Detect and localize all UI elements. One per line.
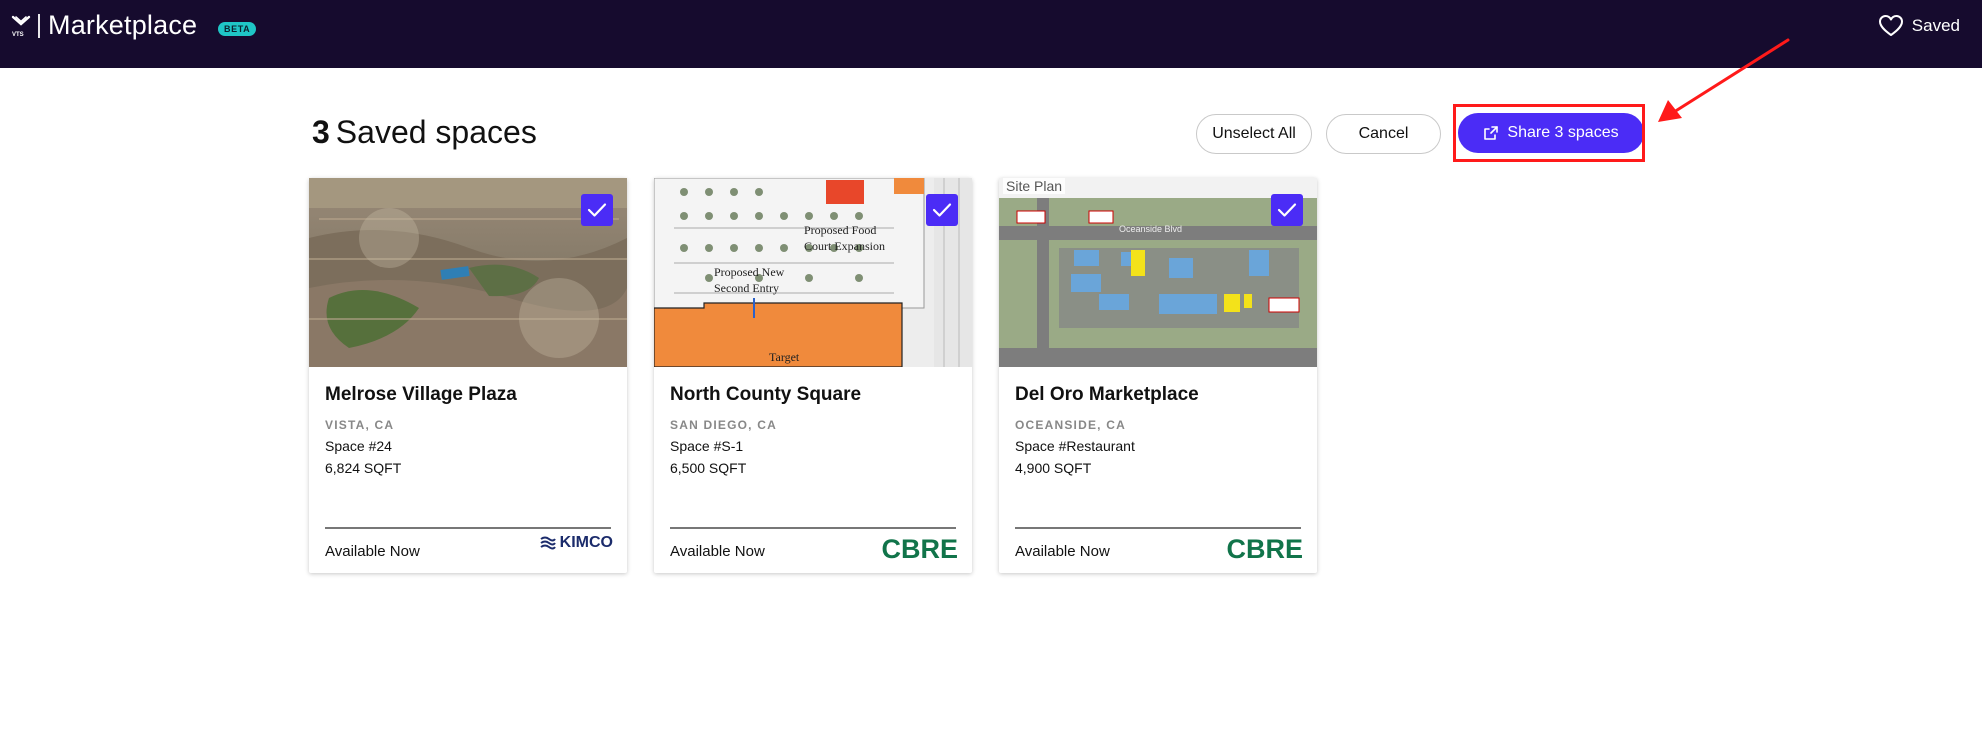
cbre-logo: CBRE [1226, 534, 1303, 564]
checkmark-icon [1277, 203, 1297, 217]
plan-label-food: Proposed Food [804, 223, 876, 237]
brand-title[interactable]: Marketplace [48, 10, 197, 41]
space-card[interactable]: Melrose Village Plaza VISTA, CA Space #2… [309, 178, 627, 573]
space-name[interactable]: North County Square [670, 384, 861, 406]
checkmark-icon [587, 203, 607, 217]
plan-label-entry: Second Entry [714, 281, 779, 295]
plan-label-court: Court Expansion [804, 239, 885, 253]
share-button-label: Share 3 spaces [1507, 124, 1619, 141]
site-plan-label: Site Plan [1003, 178, 1066, 194]
logo-divider [38, 14, 40, 38]
plan-label-proposed: Proposed New [714, 265, 785, 279]
checkmark-icon [932, 203, 952, 217]
space-sqft: 6,500 SQFT [670, 460, 747, 476]
space-sqft: 4,900 SQFT [1015, 460, 1092, 476]
unselect-all-button[interactable]: Unselect All [1196, 114, 1312, 154]
saved-count: 3 [312, 114, 330, 150]
space-image[interactable]: Proposed Food Court Expansion Proposed N… [654, 178, 972, 367]
beta-badge: BETA [218, 22, 257, 36]
select-checkbox[interactable] [581, 194, 613, 226]
saved-label: Saved [1911, 16, 1960, 35]
select-checkbox[interactable] [1271, 194, 1303, 226]
aerial-photo [309, 178, 627, 367]
page-title-text: Saved spaces [335, 114, 537, 150]
space-name[interactable]: Del Oro Marketplace [1015, 384, 1199, 406]
card-divider [325, 527, 611, 529]
space-image[interactable] [309, 178, 627, 367]
space-number: Space #S-1 [670, 438, 744, 454]
site-plan-map: Oceanside Blvd [999, 178, 1317, 367]
space-number: Space #Restaurant [1015, 438, 1135, 454]
space-card[interactable]: Proposed Food Court Expansion Proposed N… [654, 178, 972, 573]
top-nav-bar: VTS Marketplace BETA Saved [0, 0, 1982, 68]
cbre-logo: CBRE [881, 534, 958, 564]
space-number: Space #24 [325, 438, 392, 454]
page-title: 3 Saved spaces [312, 114, 537, 151]
space-image[interactable]: Oceanside Blvd Site Plan [999, 178, 1317, 367]
share-icon [1484, 126, 1499, 140]
space-location: OCEANSIDE, CA [1015, 418, 1126, 432]
space-location: SAN DIEGO, CA [670, 418, 777, 432]
space-name[interactable]: Melrose Village Plaza [325, 384, 517, 406]
kimco-wordmark: KIMCO [559, 534, 613, 551]
card-divider [1015, 527, 1301, 529]
card-divider [670, 527, 956, 529]
site-plan-drawing: Proposed Food Court Expansion Proposed N… [654, 178, 972, 367]
availability-status: Available Now [1015, 543, 1110, 560]
share-spaces-button[interactable]: Share 3 spaces [1458, 113, 1644, 153]
space-sqft: 6,824 SQFT [325, 460, 402, 476]
availability-status: Available Now [670, 543, 765, 560]
heart-icon [1878, 15, 1903, 36]
cancel-button[interactable]: Cancel [1326, 114, 1441, 154]
availability-status: Available Now [325, 543, 420, 560]
saved-link[interactable]: Saved [1878, 14, 1960, 38]
kimco-logo: KIMCO [540, 534, 613, 552]
vts-logo-icon[interactable]: VTS [10, 14, 32, 38]
space-location: VISTA, CA [325, 418, 395, 432]
map-road-label: Oceanside Blvd [1119, 224, 1182, 234]
space-card[interactable]: Oceanside Blvd Site Plan Del Oro Marketp… [999, 178, 1317, 573]
select-checkbox[interactable] [926, 194, 958, 226]
kimco-wave-icon [540, 536, 556, 550]
svg-text:VTS: VTS [12, 32, 24, 38]
plan-label-target: Target [769, 350, 800, 364]
